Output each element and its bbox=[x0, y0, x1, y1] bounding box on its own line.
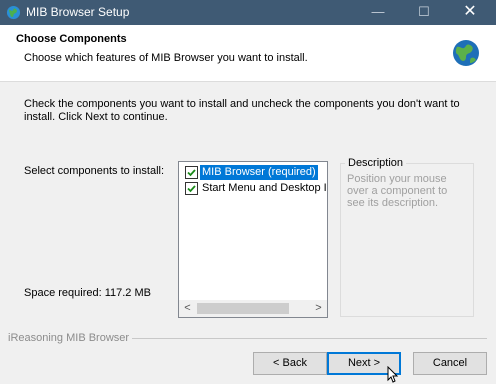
close-button[interactable]: ✕ bbox=[450, 0, 490, 25]
globe-icon bbox=[453, 40, 479, 66]
page-subtitle: Choose which features of MIB Browser you… bbox=[24, 52, 308, 64]
checkbox-mib-browser[interactable] bbox=[185, 166, 198, 179]
component-label: MIB Browser (required) bbox=[200, 165, 318, 180]
branding-text: iReasoning MIB Browser bbox=[8, 332, 130, 344]
intro-text: Check the components you want to install… bbox=[24, 98, 460, 123]
scroll-thumb[interactable] bbox=[197, 303, 289, 314]
description-group: Description Position your mouse over a c… bbox=[340, 157, 474, 317]
components-tree[interactable]: MIB Browser (required) Start Menu and De… bbox=[178, 161, 328, 318]
scroll-left-button[interactable]: < bbox=[179, 300, 196, 317]
space-required-label: Space required: 117.2 MB bbox=[24, 287, 151, 299]
description-legend: Description bbox=[345, 157, 407, 169]
checkmark-icon bbox=[187, 169, 196, 177]
horizontal-scrollbar[interactable]: < > bbox=[179, 300, 327, 317]
title-bar: MIB Browser Setup — ☐ ✕ bbox=[0, 0, 496, 25]
checkbox-start-menu[interactable] bbox=[185, 182, 198, 195]
divider bbox=[132, 338, 487, 339]
component-label: Start Menu and Desktop I bbox=[202, 182, 327, 194]
checkmark-icon bbox=[187, 185, 196, 193]
globe-icon bbox=[6, 5, 21, 20]
minimize-button[interactable]: — bbox=[358, 0, 398, 25]
mouse-cursor-icon bbox=[387, 366, 399, 383]
cancel-button[interactable]: Cancel bbox=[413, 352, 487, 375]
scroll-right-button[interactable]: > bbox=[310, 300, 327, 317]
description-text: Position your mouse over a component to … bbox=[347, 173, 448, 209]
select-components-label: Select components to install: bbox=[24, 165, 165, 177]
back-button[interactable]: < Back bbox=[253, 352, 327, 375]
window-title: MIB Browser Setup bbox=[26, 5, 130, 19]
maximize-button[interactable]: ☐ bbox=[404, 0, 444, 25]
page-title: Choose Components bbox=[16, 33, 127, 45]
header-panel: Choose Components Choose which features … bbox=[0, 25, 496, 82]
